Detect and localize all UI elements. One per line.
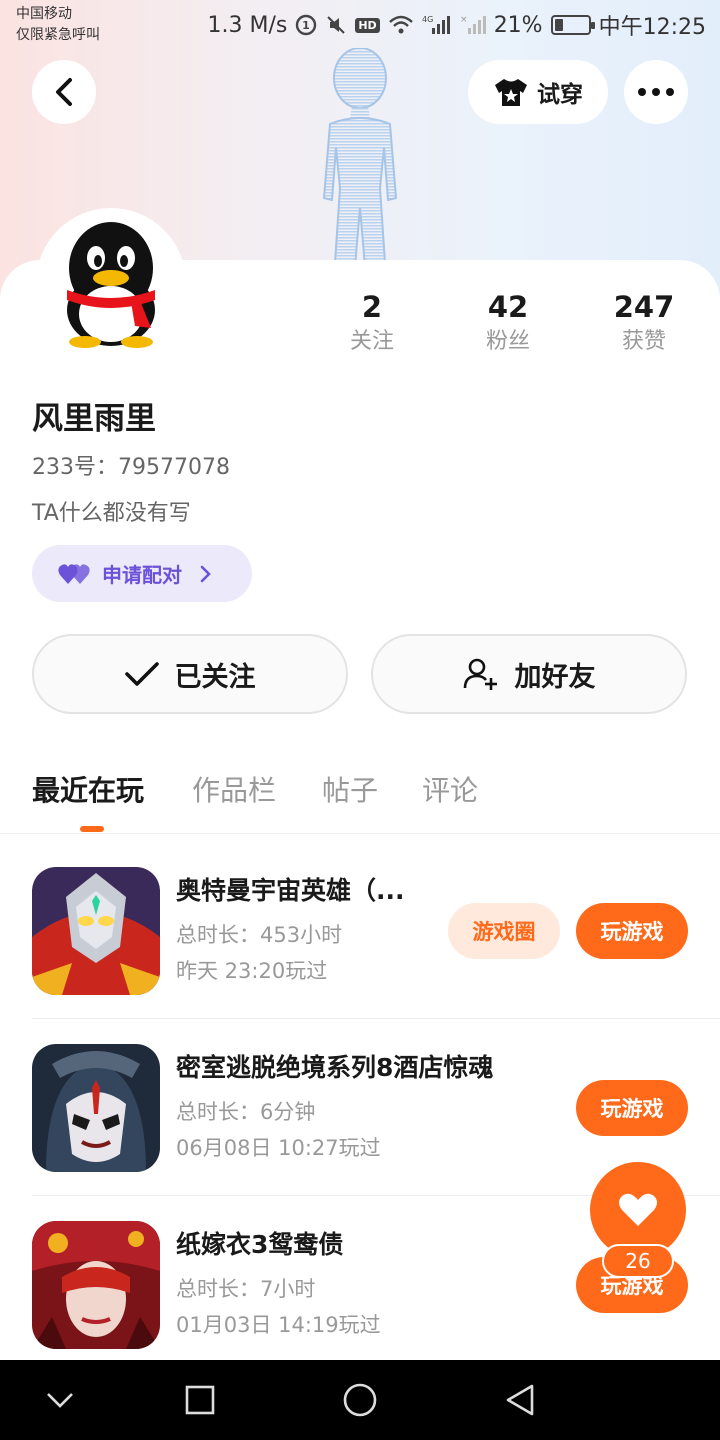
- stat-label: 粉丝: [485, 329, 530, 354]
- status-bar: 中国移动 仅限紧急呼叫 1.3 M/s 1 HD 4G × 21% 中午12:2…: [0, 0, 720, 50]
- user-id: 233号：79577078: [32, 455, 230, 480]
- tab-posts[interactable]: 帖子: [322, 770, 378, 812]
- network-speed: 1.3 M/s: [207, 12, 288, 38]
- network-type: 4G: [422, 15, 433, 24]
- stat-value: 247: [613, 290, 675, 324]
- carrier-name: 中国移动: [16, 6, 72, 22]
- game-total-duration: 总时长：453小时: [176, 923, 343, 947]
- tab-works[interactable]: 作品栏: [192, 770, 276, 812]
- svg-text:1: 1: [303, 19, 311, 32]
- more-options-button[interactable]: [624, 60, 688, 124]
- qq-penguin-avatar-icon: [67, 222, 155, 348]
- game-total-duration: 总时长：7小时: [176, 1277, 316, 1301]
- nickname: 风里雨里: [32, 401, 156, 437]
- list-item[interactable]: 奥特曼宇宙英雄（... 总时长：453小时 昨天 23:20玩过 游戏圈 玩游戏: [0, 867, 720, 1043]
- request-pairing-button[interactable]: 申请配对: [32, 545, 252, 602]
- tab-comments[interactable]: 评论: [422, 770, 478, 812]
- chevron-right-icon: [200, 565, 211, 582]
- chevron-left-icon: [56, 78, 72, 106]
- active-tab-indicator: [80, 826, 104, 832]
- check-icon: [124, 662, 159, 686]
- game-circle-button[interactable]: 游戏圈: [448, 903, 560, 959]
- bio: TA什么都没有写: [32, 501, 191, 526]
- stat-value: 2: [361, 290, 383, 324]
- battery-icon: [550, 15, 595, 35]
- stat-likes[interactable]: 247 获赞: [584, 288, 704, 358]
- tshirt-icon: [495, 79, 527, 106]
- recent-apps-icon[interactable]: [180, 1380, 220, 1420]
- cellular-signal-2-icon: ×: [460, 14, 486, 36]
- mute-icon: [325, 14, 347, 36]
- game-icon-paper-bride: [32, 1221, 160, 1349]
- stat-following[interactable]: 2 关注: [312, 288, 432, 358]
- play-game-button[interactable]: 玩游戏: [576, 1080, 688, 1136]
- back-button[interactable]: [32, 60, 96, 124]
- profile-tabs: 最近在玩 作品栏 帖子 评论: [0, 760, 720, 834]
- wifi-icon: [388, 14, 414, 36]
- request-pairing-label: 申请配对: [102, 563, 182, 587]
- game-title: 奥特曼宇宙英雄（...: [176, 876, 405, 905]
- home-icon[interactable]: [340, 1380, 380, 1420]
- stat-value: 42: [487, 290, 529, 324]
- avatar-figure-hologram: [322, 48, 398, 278]
- followed-label: 已关注: [174, 661, 256, 693]
- game-last-played: 06月08日 10:27玩过: [176, 1136, 381, 1160]
- add-user-icon: [463, 658, 497, 690]
- clock: 中午12:25: [598, 15, 706, 40]
- double-heart-icon: [58, 563, 90, 584]
- game-total-duration: 总时长：6分钟: [176, 1100, 316, 1124]
- stat-label: 获赞: [621, 329, 666, 354]
- battery-percent: 21%: [493, 12, 543, 38]
- try-on-button[interactable]: 试穿: [468, 60, 608, 124]
- data-saver-icon: 1: [295, 14, 317, 36]
- emergency-only-text: 仅限紧急呼叫: [16, 27, 100, 43]
- add-friend-label: 加好友: [514, 661, 596, 693]
- like-count-badge: 26: [602, 1244, 674, 1278]
- try-on-label: 试穿: [537, 82, 583, 108]
- chevron-down-icon[interactable]: [40, 1380, 80, 1420]
- add-friend-button[interactable]: 加好友: [371, 634, 687, 714]
- play-game-button[interactable]: 玩游戏: [576, 903, 688, 959]
- followed-button[interactable]: 已关注: [32, 634, 348, 714]
- avatar[interactable]: [36, 208, 186, 358]
- tab-recently-played[interactable]: 最近在玩: [32, 770, 144, 812]
- game-icon-ultraman: [32, 867, 160, 995]
- stat-label: 关注: [349, 329, 394, 354]
- more-dots-icon: [638, 88, 674, 96]
- game-last-played: 01月03日 14:19玩过: [176, 1313, 381, 1337]
- row-divider: [32, 1018, 720, 1019]
- stat-followers[interactable]: 42 粉丝: [448, 288, 568, 358]
- game-icon-escape-room: [32, 1044, 160, 1172]
- game-last-played: 昨天 23:20玩过: [176, 959, 328, 983]
- heart-icon: [619, 1193, 657, 1226]
- profile-stats: 2 关注 42 粉丝 247 获赞: [300, 288, 720, 368]
- game-title: 纸嫁衣3鸳鸯债: [176, 1230, 344, 1259]
- system-navigation-bar: [0, 1360, 720, 1440]
- hd-badge: HD: [355, 17, 380, 33]
- svg-text:×: ×: [460, 15, 468, 25]
- back-triangle-icon[interactable]: [500, 1380, 540, 1420]
- cellular-signal-icon: 4G: [422, 14, 452, 36]
- game-title: 密室逃脱绝境系列8酒店惊魂: [176, 1053, 494, 1082]
